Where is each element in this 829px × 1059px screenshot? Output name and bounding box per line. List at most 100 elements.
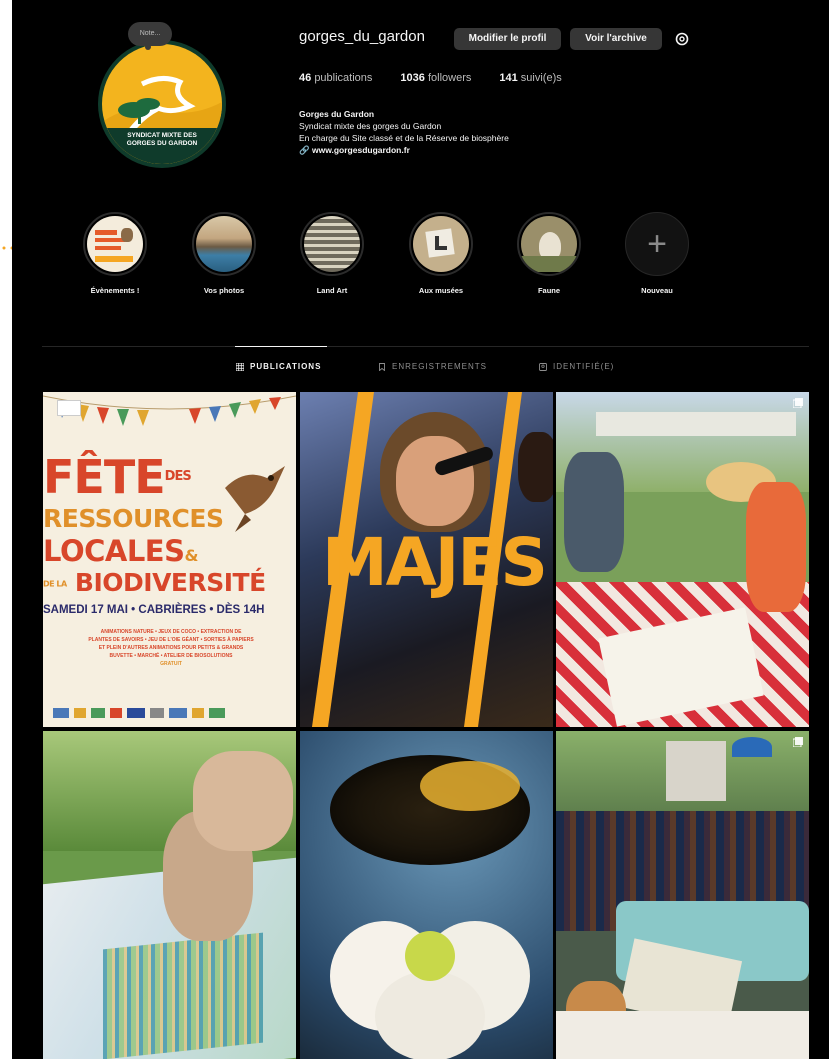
tag-icon — [539, 362, 547, 371]
bio-link[interactable]: 🔗 www.gorgesdugardon.fr — [299, 144, 509, 156]
highlight-cover — [300, 212, 364, 276]
edit-profile-button[interactable]: Modifier le profil — [454, 28, 561, 50]
stat-following-label: suivi(e)s — [520, 72, 562, 84]
post-bumblebee[interactable] — [300, 731, 553, 1059]
white-table — [556, 1011, 809, 1059]
poster-ampersand: & — [184, 546, 199, 565]
highlight-label: Nouveau — [641, 286, 673, 295]
note-bubble-tail — [145, 44, 151, 50]
highlight-faune[interactable]: Faune — [512, 212, 586, 295]
profile-bio: Gorges du Gardon Syndicat mixte des gorg… — [299, 108, 509, 156]
poster-detail-1: ANIMATIONS NATURE • JEUX DE COCO • EXTRA… — [100, 629, 242, 635]
highlight-label: Land Art — [316, 286, 348, 295]
poster-detail-4: BUVETTE • MARCHÉ • ATELIER DE BIOSOLUTIO… — [109, 653, 233, 659]
logo-line-1: SYNDICAT MIXTE DES — [127, 132, 197, 139]
poster-ressources: RESSOURCES — [43, 504, 224, 533]
museum-icon — [413, 216, 469, 272]
land-art-icon — [304, 216, 360, 272]
stat-publications-label: publications — [314, 72, 373, 84]
person-right — [746, 482, 806, 612]
bio-line-1: Syndicat mixte des gorges du Gardon — [299, 121, 442, 131]
painted-map — [103, 932, 263, 1059]
settings-gear-icon[interactable] — [674, 31, 690, 47]
tab-publications-label: PUBLICATIONS — [250, 362, 322, 371]
bio-link-text: www.gorgesdugardon.fr — [311, 145, 410, 155]
note-bubble[interactable]: Note... — [128, 22, 172, 46]
logo-text: SYNDICAT MIXTE DES GORGES DU GARDON — [102, 132, 222, 148]
tabs-divider — [42, 346, 809, 347]
partner-logos — [53, 708, 289, 718]
organizer-logo — [57, 400, 81, 416]
grid-icon — [236, 362, 244, 371]
highlight-aux-musees[interactable]: Aux musées — [404, 212, 478, 295]
post-market-stand[interactable] — [556, 731, 809, 1059]
blue-umbrella — [732, 737, 772, 757]
stat-following[interactable]: 141 suivi(e)s — [499, 72, 561, 84]
bee-yellow-band — [420, 761, 520, 811]
profile-username: gorges_du_gardon — [299, 28, 425, 45]
stat-followers-label: followers — [427, 72, 472, 84]
poster-locales-text: LOCALES — [43, 534, 185, 568]
bird-of-prey-illustration — [225, 466, 285, 532]
profile-avatar[interactable]: SYNDICAT MIXTE DES GORGES DU GARDON — [98, 40, 226, 168]
poster-detail-3: ET PLEIN D'AUTRES ANIMATIONS POUR PETITS… — [98, 645, 244, 651]
white-flower — [320, 881, 540, 1059]
post-majes-concert[interactable]: MAJES — [300, 392, 553, 727]
profile-stats: 46 publications 1036 followers 141 suivi… — [299, 72, 562, 84]
highlight-land-art[interactable]: Land Art — [295, 212, 369, 295]
highlight-cover — [517, 212, 581, 276]
stat-publications-value: 46 — [299, 72, 312, 84]
link-icon: 🔗 — [299, 145, 310, 155]
highlight-cover — [83, 212, 147, 276]
avatar-logo: SYNDICAT MIXTE DES GORGES DU GARDON — [102, 44, 222, 164]
instagram-profile-page: SYNDICAT MIXTE DES GORGES DU GARDON Note… — [12, 0, 829, 1059]
highlight-vos-photos[interactable]: Vos photos — [187, 212, 261, 295]
poster-locales: LOCALES& — [43, 534, 198, 568]
tent-roof — [596, 412, 796, 436]
multiple-photos-icon — [793, 737, 803, 747]
highlight-label: Évènements ! — [90, 286, 140, 295]
adult-figure — [193, 751, 293, 851]
post-outdoor-workshop[interactable] — [556, 392, 809, 727]
plus-icon: + — [625, 212, 689, 276]
tab-enregistrements-label: ENREGISTREMENTS — [392, 362, 488, 371]
landscape-icon — [196, 216, 252, 272]
story-highlights: Évènements ! Vos photos Land Art Aux mus… — [78, 212, 718, 312]
white-panel — [666, 741, 726, 801]
poster-detail-2: PLANTES DE SAVOIRS • JEU DE L'OIE GÉANT … — [88, 637, 254, 643]
highlight-label: Aux musées — [418, 286, 464, 295]
posts-grid: FÊTEDES RESSOURCES LOCALES& DE LA BIODIV… — [43, 392, 809, 1059]
view-archive-button[interactable]: Voir l'archive — [570, 28, 662, 50]
highlight-evenements[interactable]: Évènements ! — [78, 212, 152, 295]
active-tab-indicator — [235, 346, 327, 347]
poster-details: ANIMATIONS NATURE • JEUX DE COCO • EXTRA… — [53, 628, 289, 668]
tab-publications[interactable]: PUBLICATIONS — [236, 362, 321, 371]
majes-text: MAJES — [322, 524, 548, 601]
poster-fete-text: FÊTE — [43, 450, 166, 504]
bookmark-icon — [379, 362, 385, 371]
logo-line-2: GORGES DU GARDON — [126, 140, 198, 147]
bio-line-2: En charge du Site classé et de la Réserv… — [299, 133, 509, 143]
tab-identifie[interactable]: IDENTIFIÉ(E) — [539, 362, 614, 371]
stat-followers-value: 1036 — [400, 72, 425, 84]
tab-enregistrements[interactable]: ENREGISTREMENTS — [378, 362, 487, 371]
poster-biodiversite: DE LA BIODIVERSITÉ — [43, 568, 266, 597]
person-left — [564, 452, 624, 572]
poster-biodiversite-text: BIODIVERSITÉ — [74, 568, 266, 597]
stat-following-value: 141 — [499, 72, 518, 84]
tab-identifie-label: IDENTIFIÉ(E) — [553, 362, 615, 371]
highlight-label: Faune — [537, 286, 561, 295]
post-kids-painting[interactable] — [43, 731, 296, 1059]
highlight-cover — [192, 212, 256, 276]
highlight-new[interactable]: + Nouveau — [620, 212, 694, 295]
event-poster-icon — [87, 216, 143, 272]
bird-icon — [521, 216, 577, 272]
poster-de-la: DE LA — [43, 579, 67, 589]
post-fete-poster[interactable]: FÊTEDES RESSOURCES LOCALES& DE LA BIODIV… — [43, 392, 296, 727]
poster-date: SAMEDI 17 MAI • CABRIÈRES • DÈS 14H — [43, 604, 265, 616]
highlight-label: Vos photos — [203, 286, 245, 295]
stat-publications[interactable]: 46 publications — [299, 72, 372, 84]
stat-followers[interactable]: 1036 followers — [400, 72, 471, 84]
poster-des-text: DES — [164, 469, 192, 484]
poster-title-fete: FÊTEDES — [43, 454, 192, 500]
